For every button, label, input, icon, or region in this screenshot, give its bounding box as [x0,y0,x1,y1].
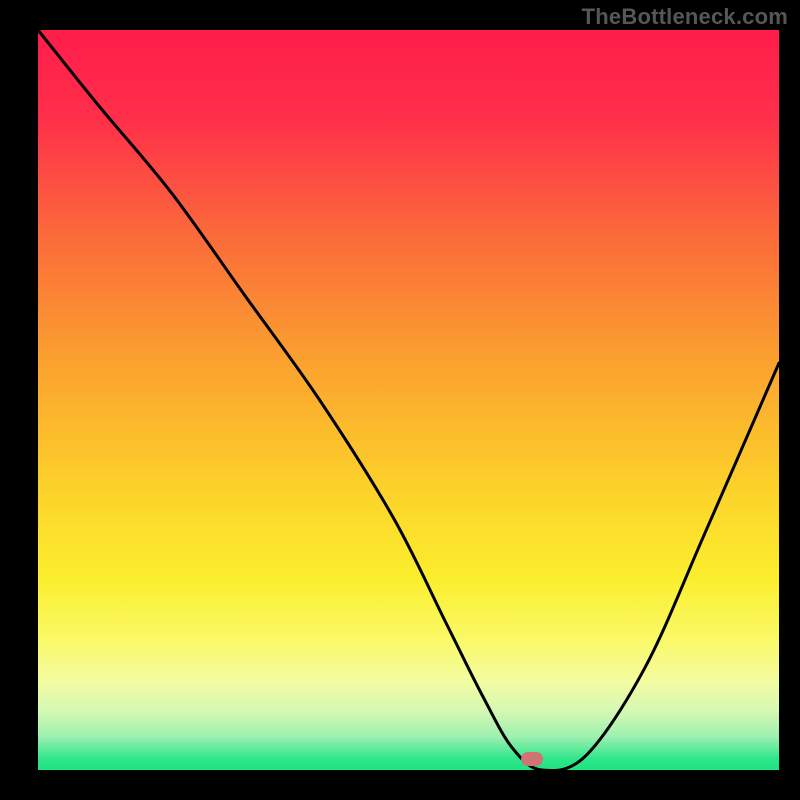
watermark-text: TheBottleneck.com [582,4,788,30]
chart-container: TheBottleneck.com [0,0,800,800]
bottleneck-chart [0,0,800,800]
optimum-marker [521,752,543,766]
plot-background [38,30,779,770]
